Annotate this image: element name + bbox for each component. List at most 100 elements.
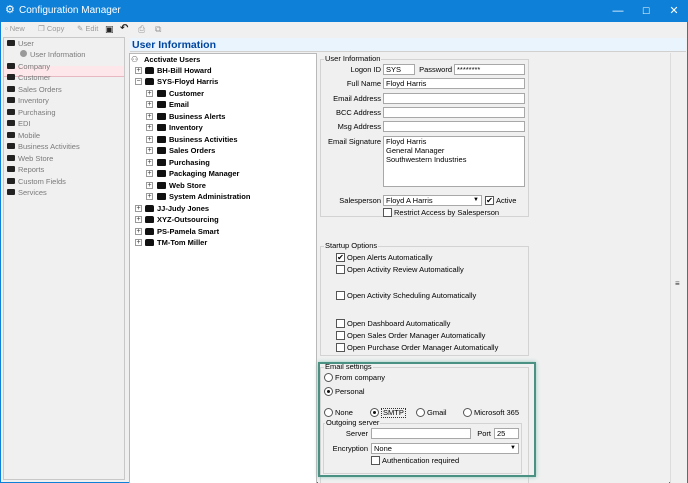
open-activity-scheduling-checkbox[interactable]	[336, 291, 345, 300]
folder-icon	[7, 189, 15, 195]
folder-icon	[7, 74, 15, 80]
active-label: Active	[496, 196, 517, 205]
folder-icon	[7, 143, 15, 149]
expand-icon[interactable]: +	[146, 90, 153, 97]
expand-icon[interactable]: +	[135, 205, 142, 212]
new-button[interactable]: ▫ New	[5, 23, 25, 35]
expand-icon[interactable]: +	[146, 147, 153, 154]
salesperson-label: Salesperson	[339, 196, 381, 205]
open-dashboard-checkbox[interactable]	[336, 319, 345, 328]
expand-icon[interactable]: +	[135, 228, 142, 235]
page-title: User Information	[132, 39, 217, 51]
nav-item-reports[interactable]: Reports	[7, 165, 44, 175]
nav-item-business-activities[interactable]: Business Activities	[7, 142, 80, 152]
open-purchase-order-manager-checkbox[interactable]	[336, 343, 345, 352]
new-label: New	[9, 24, 25, 33]
folder-icon	[7, 166, 15, 172]
expand-icon[interactable]: +	[146, 101, 153, 108]
email-signature-field[interactable]: Floyd Harris General Manager Southwester…	[383, 136, 525, 187]
open-activity-scheduling-label: Open Activity Scheduling Automatically	[347, 291, 477, 300]
expand-icon[interactable]: +	[146, 124, 153, 131]
export-icon[interactable]: ⧉	[155, 23, 161, 35]
expand-icon[interactable]: +	[146, 182, 153, 189]
edit-button[interactable]: ✎ Edit	[77, 23, 98, 35]
nav-item-services[interactable]: Services	[7, 188, 47, 198]
bcc-address-field[interactable]	[383, 107, 525, 118]
open-sales-order-manager-label: Open Sales Order Manager Automatically	[347, 331, 486, 340]
nav-item-user[interactable]: User	[7, 39, 34, 49]
edit-label: Edit	[85, 24, 99, 33]
folder-icon	[157, 90, 166, 97]
save-icon[interactable]: ▣	[105, 23, 114, 35]
expand-icon[interactable]: +	[135, 67, 142, 74]
pencil-icon: ✎	[77, 24, 84, 33]
toolbar: ▫ New ❐ Copy ✎ Edit ▣ ↶ ⎙ ⧉	[1, 22, 687, 36]
msg-address-label: Msg Address	[337, 122, 381, 131]
folder-icon	[157, 182, 166, 189]
vertical-scrollbar[interactable]: ≡	[670, 53, 687, 483]
folder-icon	[7, 132, 15, 138]
expand-icon[interactable]: +	[135, 216, 142, 223]
password-field[interactable]: ********	[454, 64, 525, 75]
nav-item-inventory[interactable]: Inventory	[7, 96, 49, 106]
open-alerts-checkbox[interactable]: ✔	[336, 253, 345, 262]
nav-item-customer[interactable]: Customer	[7, 73, 51, 83]
logon-id-field[interactable]: SYS	[383, 64, 415, 75]
email-signature-label: Email Signature	[328, 137, 381, 146]
user-icon	[20, 50, 27, 57]
nav-item-edi[interactable]: EDI	[7, 119, 31, 129]
page-title-bar: User Information	[130, 38, 686, 52]
folder-icon	[7, 63, 15, 69]
group-title-user-information: User Information	[324, 54, 382, 64]
restrict-access-checkbox[interactable]	[383, 208, 392, 217]
print-icon[interactable]: ⎙	[138, 23, 145, 35]
expand-icon[interactable]: +	[146, 170, 153, 177]
undo-icon[interactable]: ↶	[120, 23, 128, 35]
salesperson-select[interactable]: Floyd A Harris ▼	[383, 195, 482, 206]
email-address-field[interactable]	[383, 93, 525, 104]
open-alerts-label: Open Alerts Automatically	[347, 253, 433, 262]
nav-item-custom-fields[interactable]: Custom Fields	[7, 177, 66, 187]
expand-icon[interactable]: +	[135, 239, 142, 246]
users-group-icon: ⚇	[131, 55, 139, 64]
gear-icon: ⚙	[5, 4, 15, 16]
open-purchase-order-manager-label: Open Purchase Order Manager Automaticall…	[347, 343, 499, 352]
nav-item-company[interactable]: Company	[7, 62, 50, 72]
user-icon	[145, 216, 154, 223]
collapse-icon[interactable]: −	[135, 78, 142, 85]
open-activity-review-label: Open Activity Review Automatically	[347, 265, 464, 274]
nav-item-purchasing[interactable]: Purchasing	[7, 108, 56, 118]
folder-icon	[157, 193, 166, 200]
full-name-field[interactable]: Floyd Harris	[383, 78, 525, 89]
folder-icon	[7, 120, 15, 126]
signature-line: Southwestern Industries	[386, 155, 467, 164]
active-checkbox[interactable]: ✔	[485, 196, 494, 205]
folder-icon	[157, 113, 166, 120]
nav-item-mobile[interactable]: Mobile	[7, 131, 40, 141]
folder-icon	[157, 124, 166, 131]
salesperson-value: Floyd A Harris	[386, 196, 433, 205]
maximize-button[interactable]: ☐	[632, 0, 660, 22]
signature-line: Floyd Harris	[386, 137, 427, 146]
close-button[interactable]: ✕	[660, 0, 688, 22]
new-icon: ▫	[5, 24, 8, 33]
nav-item-user-information[interactable]: User Information	[20, 50, 85, 60]
expand-icon[interactable]: +	[146, 113, 153, 120]
folder-icon	[7, 155, 15, 161]
user-icon	[145, 78, 154, 85]
open-sales-order-manager-checkbox[interactable]	[336, 331, 345, 340]
expand-icon[interactable]: +	[146, 159, 153, 166]
copy-button[interactable]: ❐ Copy	[38, 23, 64, 35]
folder-icon	[157, 159, 166, 166]
client-area: ▫ New ❐ Copy ✎ Edit ▣ ↶ ⎙ ⧉ User User In…	[1, 22, 687, 483]
nav-item-sales-orders[interactable]: Sales Orders	[7, 85, 62, 95]
minimize-button[interactable]: —	[604, 0, 632, 22]
chevron-down-icon: ▼	[473, 197, 479, 203]
copy-label: Copy	[46, 24, 65, 33]
msg-address-field[interactable]	[383, 121, 525, 132]
nav-item-web-store[interactable]: Web Store	[7, 154, 53, 164]
open-activity-review-checkbox[interactable]	[336, 265, 345, 274]
expand-icon[interactable]: +	[146, 136, 153, 143]
expand-icon[interactable]: +	[146, 193, 153, 200]
user-icon	[145, 228, 154, 235]
